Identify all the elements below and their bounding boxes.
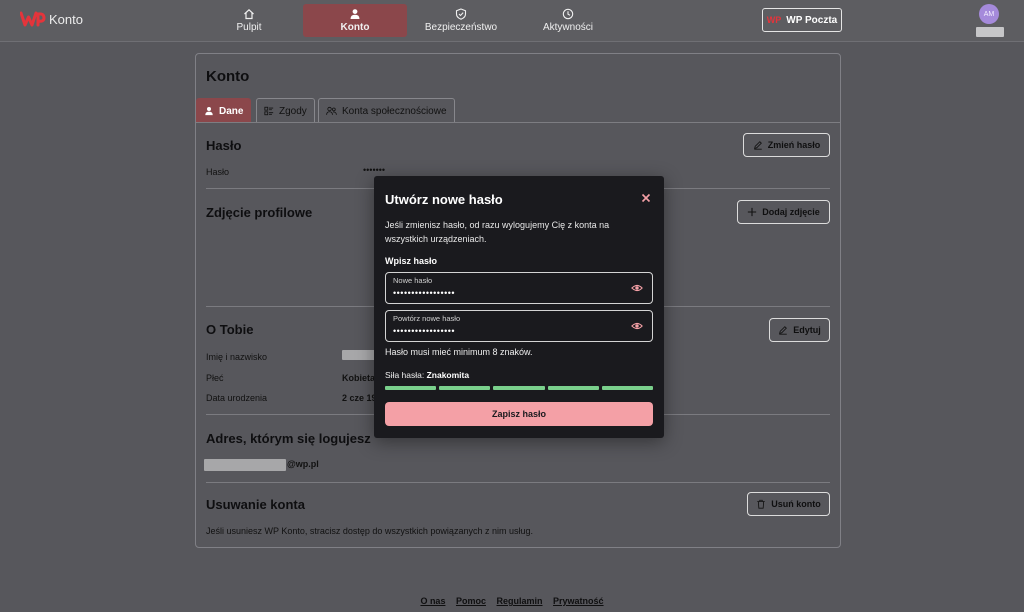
tab-konta-spolecznosciowe-label: Konta społecznościowe xyxy=(342,105,447,117)
photo-section-title: Zdjęcie profilowe xyxy=(206,205,313,220)
modal-title: Utwórz nowe hasło xyxy=(385,192,503,207)
strength-meter xyxy=(385,386,654,390)
nav-pulpit[interactable]: Pulpit xyxy=(197,4,301,37)
new-password-modal: Utwórz nowe hasło Jeśli zmienisz hasło, … xyxy=(374,176,664,438)
repeat-password-field[interactable]: Powtórz nowe hasło ••••••••••••••••• xyxy=(385,310,653,342)
page-title: Konto xyxy=(206,68,250,85)
list-icon xyxy=(264,106,274,116)
email-domain: @wp.pl xyxy=(287,459,319,469)
avatar-username-redacted xyxy=(976,27,1004,37)
strength-bar-segment xyxy=(439,386,491,390)
pencil-icon xyxy=(753,141,762,150)
section-divider xyxy=(206,482,830,483)
strength-bar-segment xyxy=(547,386,599,390)
edit-label: Edytuj xyxy=(793,325,821,335)
modal-subtitle: Wpisz hasło xyxy=(385,256,438,266)
tab-dane[interactable]: Dane xyxy=(196,98,252,123)
tab-konta-spolecznosciowe[interactable]: Konta społecznościowe xyxy=(318,98,455,123)
password-hint: Hasło musi mieć minimum 8 znaków. xyxy=(385,347,533,357)
new-password-field[interactable]: Nowe hasło ••••••••••••••••• xyxy=(385,272,653,304)
change-password-button[interactable]: Zmień hasło xyxy=(743,133,830,157)
delete-section-title: Usuwanie konta xyxy=(206,497,305,512)
user-icon xyxy=(350,9,360,19)
change-password-label: Zmień hasło xyxy=(767,140,821,150)
top-navigation-bar: Konto Pulpit Konto Bezpieczeństwo Aktywn… xyxy=(0,0,1024,42)
wp-mail-logo-icon: WP xyxy=(766,15,782,25)
new-password-label: Nowe hasło xyxy=(393,276,433,285)
footer: O nas Pomoc Regulamin Prywatność xyxy=(0,596,1024,606)
new-password-value: ••••••••••••••••• xyxy=(393,288,456,298)
strength-value: Znakomita xyxy=(426,370,470,380)
tab-zgody-label: Zgody xyxy=(279,105,307,117)
strength-label: Siła hasła: xyxy=(385,370,425,380)
name-value-redacted xyxy=(342,350,376,360)
password-label: Hasło xyxy=(206,167,230,177)
nav-aktywnosci-label: Aktywności xyxy=(542,22,593,33)
birthdate-label: Data urodzenia xyxy=(206,393,268,403)
trash-icon xyxy=(757,499,765,509)
footer-link-o-nas[interactable]: O nas xyxy=(420,596,445,606)
email-local-part-redacted xyxy=(204,459,286,471)
delete-description: Jeśli usuniesz WP Konto, stracisz dostęp… xyxy=(206,526,533,536)
logo-text: Konto xyxy=(49,11,83,27)
delete-account-label: Usuń konto xyxy=(771,499,821,509)
nav-pulpit-label: Pulpit xyxy=(236,22,262,33)
birthdate-value: 2 cze 19 xyxy=(342,393,377,403)
about-section-title: O Tobie xyxy=(206,322,254,337)
repeat-password-label: Powtórz nowe hasło xyxy=(393,314,461,323)
add-photo-button[interactable]: Dodaj zdjęcie xyxy=(737,200,830,224)
home-icon xyxy=(244,8,254,20)
eye-icon[interactable] xyxy=(631,321,643,331)
footer-link-pomoc[interactable]: Pomoc xyxy=(456,596,486,606)
nav-bezpieczenstwo-label: Bezpieczeństwo xyxy=(424,22,498,33)
tabs-divider xyxy=(196,122,840,123)
user-icon xyxy=(205,107,213,116)
pencil-icon xyxy=(779,326,788,335)
gender-value: Kobieta xyxy=(342,373,376,383)
nav-aktywnosci[interactable]: Aktywności xyxy=(516,4,620,37)
shield-icon xyxy=(455,8,467,20)
name-label: Imię i nazwisko xyxy=(206,352,268,362)
tab-dane-label: Dane xyxy=(219,105,244,117)
gender-label: Płeć xyxy=(206,373,224,383)
strength-bar-segment xyxy=(385,386,437,390)
login-section-title: Adres, którym się logujesz xyxy=(206,431,371,446)
password-strength: Siła hasła: Znakomita xyxy=(385,370,469,380)
wp-poczta-button[interactable]: WP WP Poczta xyxy=(762,8,842,32)
footer-link-regulamin[interactable]: Regulamin xyxy=(497,596,543,606)
edit-button[interactable]: Edytuj xyxy=(769,318,830,342)
close-icon[interactable] xyxy=(639,191,653,205)
nav-konto[interactable]: Konto xyxy=(303,4,407,37)
add-photo-label: Dodaj zdjęcie xyxy=(762,207,820,217)
password-section-title: Hasło xyxy=(206,138,242,153)
wp-poczta-label: WP Poczta xyxy=(786,14,838,26)
strength-bar-segment xyxy=(601,386,654,390)
tab-zgody[interactable]: Zgody xyxy=(256,98,315,123)
nav-bezpieczenstwo[interactable]: Bezpieczeństwo xyxy=(409,4,513,37)
wp-logo-icon xyxy=(20,11,46,27)
repeat-password-value: ••••••••••••••••• xyxy=(393,326,456,336)
eye-icon[interactable] xyxy=(631,283,643,293)
save-password-button[interactable]: Zapisz hasło xyxy=(385,402,653,426)
nav-konto-label: Konto xyxy=(340,22,370,33)
users-icon xyxy=(326,106,337,115)
footer-link-prywatnosc[interactable]: Prywatność xyxy=(553,596,604,606)
plus-icon xyxy=(748,207,757,217)
strength-bar-segment xyxy=(493,386,545,390)
delete-account-button[interactable]: Usuń konto xyxy=(747,492,830,516)
clock-icon xyxy=(562,8,574,20)
avatar[interactable]: AM xyxy=(979,4,999,24)
password-value: ••••••• xyxy=(363,165,386,175)
wp-konto-logo[interactable]: Konto xyxy=(20,11,83,27)
modal-description: Jeśli zmienisz hasło, od razu wylogujemy… xyxy=(385,220,610,244)
